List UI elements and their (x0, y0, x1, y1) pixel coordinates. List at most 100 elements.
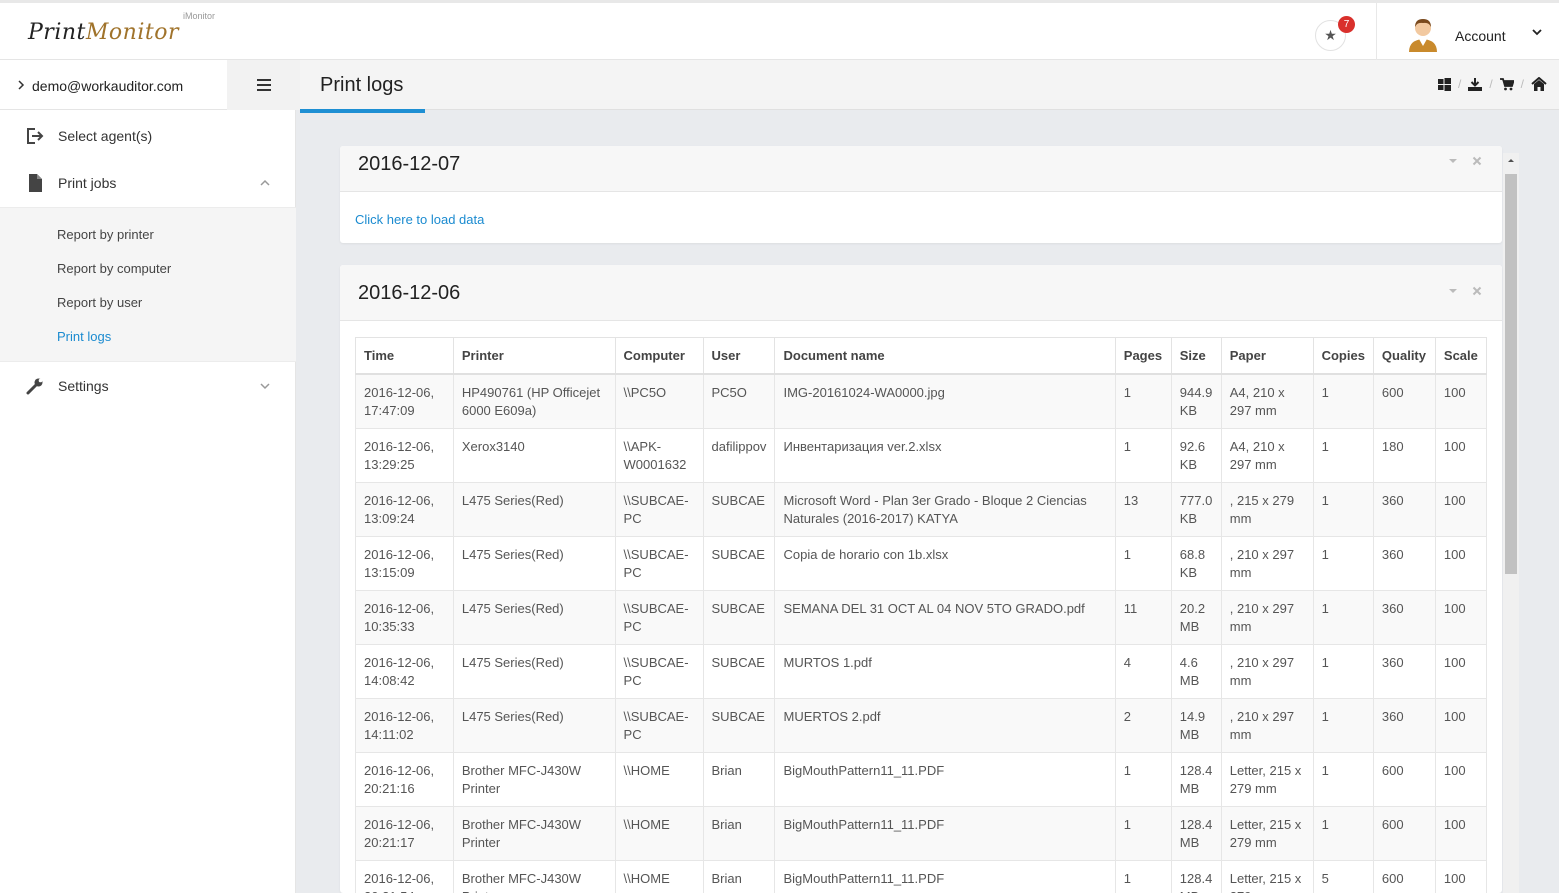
star-icon: ★ (1324, 27, 1337, 43)
sidebar-item-select-agents[interactable]: Select agent(s) (0, 112, 296, 159)
cell-printer: L475 Series(Red) (452, 643, 616, 699)
download-icon[interactable] (1468, 77, 1483, 91)
cell-scale: 100 (1434, 535, 1488, 591)
sidebar-subitem-print-logs[interactable]: Print logs (57, 329, 111, 344)
column-header-printer[interactable]: Printer (452, 337, 616, 375)
cell-time: 2016-12-06, 13:15:09 (355, 535, 454, 591)
table-row: 2016-12-06, 13:09:24 L475 Series(Red) \\… (355, 481, 1488, 537)
cell-scale: 100 (1434, 805, 1488, 861)
user-row[interactable]: demo@workauditor.com (0, 60, 227, 110)
cell-time: 2016-12-06, 17:47:09 (355, 373, 454, 429)
close-icon[interactable] (1472, 286, 1482, 296)
cell-scale: 100 (1434, 643, 1488, 699)
brand-part1: Print (28, 20, 86, 45)
column-header-time[interactable]: Time (355, 337, 454, 375)
cell-scale: 100 (1434, 427, 1488, 483)
card-title: 2016-12-07 (358, 153, 461, 175)
scrollbar-up-button[interactable] (1503, 153, 1519, 169)
cell-scale: 100 (1434, 589, 1488, 645)
cell-time: 2016-12-06, 10:35:33 (355, 589, 454, 645)
cell-computer: \\PC5O (614, 373, 704, 429)
top-bar: PrintMonitoriMonitor ★ 7 Account (0, 0, 1559, 60)
column-header-paper[interactable]: Paper (1220, 337, 1314, 375)
chevron-down-icon (260, 383, 270, 390)
cell-quality: 360 (1372, 643, 1436, 699)
breadcrumb-separator: / (1520, 77, 1524, 91)
collapse-icon[interactable] (1448, 157, 1458, 165)
column-header-document-name[interactable]: Document name (774, 337, 1116, 375)
column-header-pages[interactable]: Pages (1114, 337, 1172, 375)
cell-pages: 1 (1114, 859, 1172, 893)
chevron-down-icon[interactable] (1530, 25, 1544, 39)
cell-pages: 1 (1114, 373, 1172, 429)
print-logs-table: Time Printer Computer User Document name… (355, 337, 1488, 893)
cell-scale: 100 (1434, 859, 1488, 893)
active-tab-indicator (300, 109, 425, 113)
chevron-up-icon (260, 179, 270, 186)
cell-user: PC5O (702, 373, 776, 429)
cell-pages: 1 (1114, 535, 1172, 591)
cell-document-name: MUERTOS 2.pdf (774, 697, 1116, 753)
collapse-icon[interactable] (1448, 287, 1458, 295)
avatar[interactable] (1407, 16, 1439, 52)
account-label[interactable]: Account (1455, 28, 1506, 44)
cell-size: 14.9 MB (1170, 697, 1222, 753)
brand-logo[interactable]: PrintMonitoriMonitor (28, 11, 215, 45)
cell-paper: , 210 x 297 mm (1220, 643, 1314, 699)
table-header-row: Time Printer Computer User Document name… (355, 337, 1488, 375)
cell-computer: \\SUBCAE-PC (614, 589, 704, 645)
home-icon[interactable] (1531, 77, 1547, 91)
breadcrumb-separator: / (1489, 77, 1493, 91)
column-header-quality[interactable]: Quality (1372, 337, 1436, 375)
sidebar: demo@workauditor.com Select agent(s) Pri… (0, 60, 300, 893)
load-data-link[interactable]: Click here to load data (355, 212, 484, 227)
cell-document-name: MURTOS 1.pdf (774, 643, 1116, 699)
page-header: Print logs / / / (300, 60, 1559, 110)
close-icon[interactable] (1472, 156, 1482, 166)
cart-icon[interactable] (1499, 77, 1514, 91)
cell-pages: 1 (1114, 751, 1172, 807)
sidebar-item-settings[interactable]: Settings (0, 362, 296, 409)
cell-copies: 1 (1312, 427, 1374, 483)
sidebar-item-print-jobs[interactable]: Print jobs (0, 159, 296, 206)
user-email: demo@workauditor.com (32, 78, 184, 94)
cell-paper: Letter, 215 x 279 mm (1220, 859, 1314, 893)
cell-computer: \\HOME (614, 805, 704, 861)
sidebar-item-label: Settings (58, 378, 109, 394)
cell-copies: 1 (1312, 373, 1374, 429)
sidebar-item-label: Select agent(s) (58, 128, 153, 144)
column-header-user[interactable]: User (702, 337, 776, 375)
cell-paper: , 210 x 297 mm (1220, 697, 1314, 753)
cell-document-name: BigMouthPattern11_11.PDF (774, 751, 1116, 807)
cell-quality: 360 (1372, 589, 1436, 645)
scrollbar-thumb[interactable] (1505, 174, 1517, 574)
cell-pages: 2 (1114, 697, 1172, 753)
card-header: 2016-12-06 (340, 265, 1502, 321)
cell-time: 2016-12-06, 20:21:17 (355, 805, 454, 861)
cell-user: Brian (702, 805, 776, 861)
cell-size: 777.0 KB (1170, 481, 1222, 537)
sidebar-subitem-report-by-user[interactable]: Report by user (57, 295, 142, 310)
breadcrumb: / / / (1437, 77, 1547, 91)
column-header-copies[interactable]: Copies (1312, 337, 1374, 375)
cell-user: SUBCAE (702, 535, 776, 591)
sidebar-toggle-button[interactable] (227, 60, 300, 110)
sidebar-subitem-report-by-printer[interactable]: Report by printer (57, 227, 154, 242)
cell-printer: L475 Series(Red) (452, 589, 616, 645)
table-row: 2016-12-06, 20:21:54 Brother MFC-J430W P… (355, 859, 1488, 893)
account-divider (1376, 3, 1377, 60)
cell-size: 128.4 MB (1170, 805, 1222, 861)
cell-paper: A4, 210 x 297 mm (1220, 373, 1314, 429)
sidebar-subitem-report-by-computer[interactable]: Report by computer (57, 261, 171, 276)
column-header-computer[interactable]: Computer (614, 337, 704, 375)
cell-computer: \\HOME (614, 859, 704, 893)
column-header-scale[interactable]: Scale (1434, 337, 1488, 375)
file-icon (29, 174, 42, 192)
cell-quality: 360 (1372, 697, 1436, 753)
windows-icon[interactable] (1437, 77, 1451, 91)
cell-document-name: SEMANA DEL 31 OCT AL 04 NOV 5TO GRADO.pd… (774, 589, 1116, 645)
table-row: 2016-12-06, 20:21:17 Brother MFC-J430W P… (355, 805, 1488, 861)
cell-pages: 1 (1114, 427, 1172, 483)
column-header-size[interactable]: Size (1170, 337, 1222, 375)
cell-scale: 100 (1434, 481, 1488, 537)
